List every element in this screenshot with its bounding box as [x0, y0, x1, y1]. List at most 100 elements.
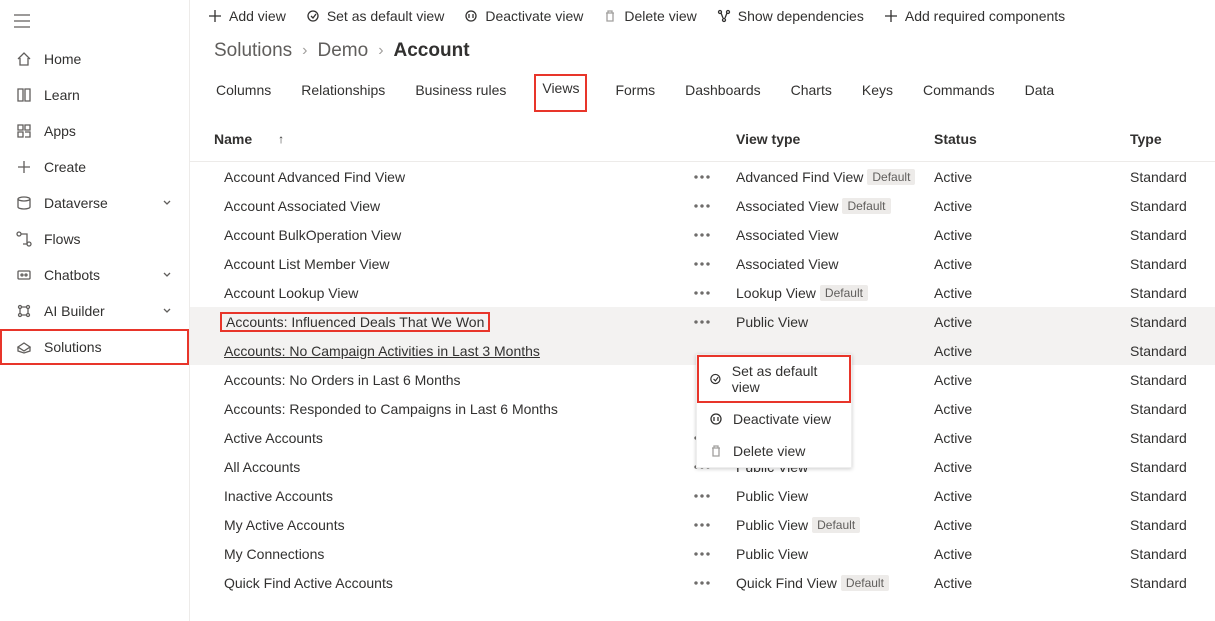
row-type: Standard — [1130, 372, 1191, 388]
tab-dashboards[interactable]: Dashboards — [683, 74, 763, 112]
row-actions-button[interactable] — [694, 175, 736, 179]
sidebar-item-apps[interactable]: Apps — [0, 113, 189, 149]
sidebar-item-dataverse[interactable]: Dataverse — [0, 185, 189, 221]
row-actions-button[interactable] — [694, 233, 736, 237]
row-name[interactable]: Account List Member View — [214, 256, 694, 272]
row-name[interactable]: My Connections — [214, 546, 694, 562]
table-row[interactable]: Account Advanced Find View Advanced Find … — [190, 162, 1215, 191]
row-actions-button[interactable] — [694, 204, 736, 208]
row-view-type: Quick Find View Default — [736, 575, 934, 591]
sidebar-item-label: Solutions — [44, 339, 102, 355]
sidebar: Home Learn Apps Create Dataverse Flows C… — [0, 0, 190, 621]
row-type: Standard — [1130, 488, 1191, 504]
sidebar-item-label: Home — [44, 51, 81, 67]
row-name[interactable]: Inactive Accounts — [214, 488, 694, 504]
row-name[interactable]: Active Accounts — [214, 430, 694, 446]
sidebar-item-chatbots[interactable]: Chatbots — [0, 257, 189, 293]
row-actions-button[interactable] — [694, 291, 736, 295]
row-name[interactable]: Account BulkOperation View — [214, 227, 694, 243]
set-default-view-button[interactable]: Set as default view — [306, 8, 445, 24]
deactivate-view-button[interactable]: Deactivate view — [464, 8, 583, 24]
sidebar-item-label: AI Builder — [44, 303, 105, 319]
breadcrumb-solutions[interactable]: Solutions — [214, 40, 292, 62]
table-row[interactable]: Account List Member View Associated ViewA… — [190, 249, 1215, 278]
row-name[interactable]: Accounts: Responded to Campaigns in Last… — [214, 401, 694, 417]
default-badge: Default — [841, 575, 889, 591]
default-badge: Default — [842, 198, 890, 214]
column-header-status[interactable]: Status — [934, 131, 1130, 147]
row-status: Active — [934, 343, 1130, 359]
row-actions-button[interactable] — [694, 262, 736, 266]
row-name[interactable]: All Accounts — [214, 459, 694, 475]
column-header-view-type[interactable]: View type — [736, 131, 934, 147]
delete-view-button: Delete view — [603, 8, 696, 24]
tab-commands[interactable]: Commands — [921, 74, 997, 112]
row-actions-button[interactable] — [694, 581, 736, 585]
row-type: Standard — [1130, 517, 1191, 533]
table-row[interactable]: My Active AccountsPublic View DefaultAct… — [190, 510, 1215, 539]
row-type: Standard — [1130, 401, 1191, 417]
add-view-button[interactable]: Add view — [208, 8, 286, 24]
sidebar-item-learn[interactable]: Learn — [0, 77, 189, 113]
row-type: Standard — [1130, 430, 1191, 446]
tab-keys[interactable]: Keys — [860, 74, 895, 112]
table-row[interactable]: Account Associated ViewAssociated View D… — [190, 191, 1215, 220]
row-type: Standard — [1130, 459, 1191, 475]
row-name[interactable]: Account Associated View — [214, 198, 694, 214]
row-name[interactable]: Account Lookup View — [214, 285, 694, 301]
context-deactivate[interactable]: Deactivate view — [697, 403, 851, 435]
row-status: Active — [934, 430, 1130, 446]
tab-views[interactable]: Views — [534, 74, 587, 112]
row-actions-button[interactable] — [694, 552, 736, 556]
row-view-type: Lookup View Default — [736, 285, 934, 301]
table-row[interactable]: Account Lookup ViewLookup View DefaultAc… — [190, 278, 1215, 307]
row-name[interactable]: Accounts: Influenced Deals That We Won — [214, 312, 694, 332]
row-type: Standard — [1130, 575, 1191, 591]
table-row[interactable]: Quick Find Active Accounts Quick Find Vie… — [190, 568, 1215, 597]
default-badge: Default — [812, 517, 860, 533]
table-row[interactable]: Accounts: Influenced Deals That We WonPu… — [190, 307, 1215, 336]
sidebar-item-solutions[interactable]: Solutions — [0, 329, 189, 365]
row-actions-button[interactable] — [694, 320, 736, 324]
table-row[interactable]: Account BulkOperation ViewAssociated Vie… — [190, 220, 1215, 249]
row-actions-button[interactable] — [694, 494, 736, 498]
tab-relationships[interactable]: Relationships — [299, 74, 387, 112]
table-row[interactable]: My ConnectionsPublic ViewActiveStandard — [190, 539, 1215, 568]
row-type: Standard — [1130, 169, 1191, 185]
tab-forms[interactable]: Forms — [613, 74, 657, 112]
column-header-type[interactable]: Type — [1130, 131, 1191, 147]
breadcrumb-demo[interactable]: Demo — [318, 40, 369, 62]
chevron-down-icon — [161, 267, 173, 283]
row-name[interactable]: Accounts: No Campaign Activities in Last… — [214, 343, 694, 359]
row-actions-button[interactable] — [694, 523, 736, 527]
row-type: Standard — [1130, 285, 1191, 301]
row-name[interactable]: Account Advanced Find View — [214, 169, 694, 185]
default-badge: Default — [820, 285, 868, 301]
row-type: Standard — [1130, 314, 1191, 330]
row-name[interactable]: Quick Find Active Accounts — [214, 575, 694, 591]
sidebar-item-label: Learn — [44, 87, 80, 103]
sidebar-item-create[interactable]: Create — [0, 149, 189, 185]
chevron-down-icon — [1168, 133, 1180, 145]
sidebar-item-home[interactable]: Home — [0, 41, 189, 77]
row-status: Active — [934, 256, 1130, 272]
row-view-type: Associated View — [736, 256, 934, 272]
table-row[interactable]: Inactive AccountsPublic ViewActiveStanda… — [190, 481, 1215, 510]
row-name[interactable]: My Active Accounts — [214, 517, 694, 533]
show-dependencies-button[interactable]: Show dependencies — [717, 8, 864, 24]
row-view-type: Advanced Find View Default — [736, 169, 934, 185]
add-required-components-button[interactable]: Add required components — [884, 8, 1065, 24]
hamburger-button[interactable] — [0, 8, 189, 41]
row-status: Active — [934, 459, 1130, 475]
sidebar-item-label: Create — [44, 159, 86, 175]
tab-data[interactable]: Data — [1023, 74, 1057, 112]
sidebar-item-ai-builder[interactable]: AI Builder — [0, 293, 189, 329]
tab-business-rules[interactable]: Business rules — [413, 74, 508, 112]
row-status: Active — [934, 198, 1130, 214]
tab-charts[interactable]: Charts — [789, 74, 834, 112]
sidebar-item-flows[interactable]: Flows — [0, 221, 189, 257]
column-header-name[interactable]: Name — [214, 131, 694, 147]
row-name[interactable]: Accounts: No Orders in Last 6 Months — [214, 372, 694, 388]
context-set-default[interactable]: Set as default view — [697, 355, 851, 403]
tab-columns[interactable]: Columns — [214, 74, 273, 112]
